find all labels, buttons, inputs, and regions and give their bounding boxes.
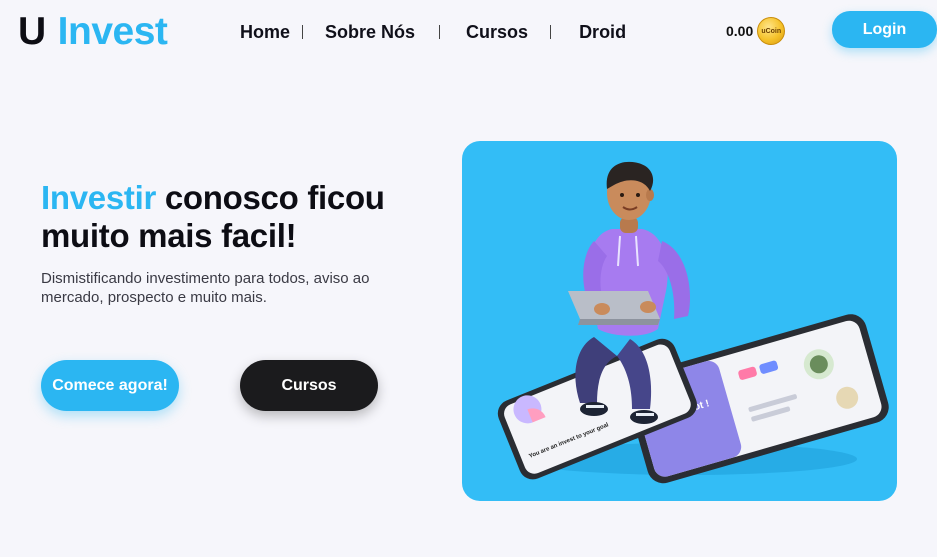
courses-button[interactable]: Cursos	[240, 360, 378, 411]
hero-illustration: Hello Elliot ! You are an invest to your…	[462, 141, 897, 501]
ucoin-icon: uCoin	[757, 17, 786, 45]
nav-item-sobre-nos[interactable]: Sobre Nós	[325, 19, 415, 45]
nav-divider	[439, 25, 441, 39]
brand-name: Invest	[57, 10, 168, 53]
login-button[interactable]: Login	[832, 11, 937, 48]
investor-with-phones-illustration: Hello Elliot ! You are an invest to your…	[497, 161, 889, 484]
main-nav: Home Sobre Nós Cursos Droid	[240, 19, 626, 45]
hero-headline-accent: Investir	[41, 179, 156, 216]
brand-logo[interactable]: U Invest	[18, 9, 168, 55]
hero-subtext: Dismistificando investimento para todos,…	[41, 270, 370, 306]
coin-balance[interactable]: 0.00 uCoin	[726, 17, 786, 45]
nav-divider	[302, 25, 304, 39]
nav-divider	[550, 25, 552, 39]
nav-item-cursos[interactable]: Cursos	[466, 19, 528, 45]
brand-letter: U	[18, 10, 46, 53]
nav-item-droid[interactable]: Droid	[579, 19, 626, 45]
coin-balance-value: 0.00	[726, 23, 754, 39]
nav-item-home[interactable]: Home	[240, 19, 290, 45]
start-now-button[interactable]: Comece agora!	[41, 360, 179, 411]
hero-headline: Investir conosco ficou muito mais facil!	[41, 179, 461, 255]
